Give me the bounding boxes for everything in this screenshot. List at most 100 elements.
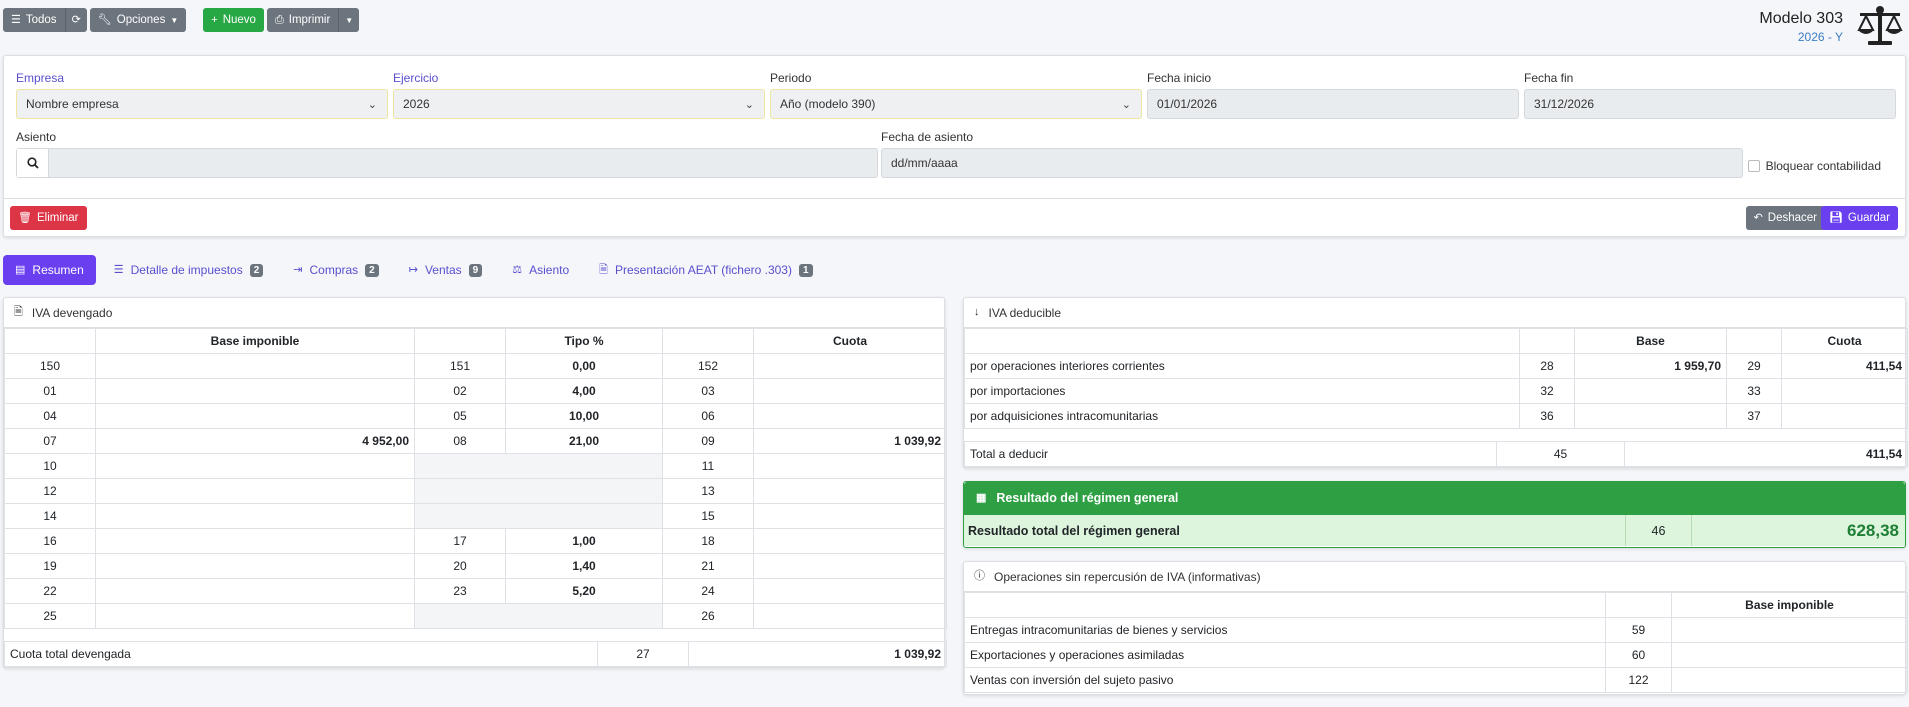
base-value: [95, 453, 415, 479]
wrench-icon: 🔧︎: [97, 13, 112, 26]
cuota-value: [753, 603, 947, 629]
table-row: Ventas con inversión del sujeto pasivo 12…: [964, 667, 1908, 693]
cuota-value: [753, 353, 947, 379]
empresa-value: Nombre empresa: [26, 97, 119, 111]
deshacer-button[interactable]: ↶ Deshacer: [1745, 206, 1825, 230]
table-header-cell: [1519, 328, 1575, 354]
eliminar-button[interactable]: 🗑︎ Eliminar: [10, 206, 87, 230]
table-header-cell: [964, 328, 1520, 354]
fecha-asiento-field: Fecha de asiento dd/mm/aaaa: [881, 130, 1743, 178]
asiento-field: Asiento: [16, 130, 878, 178]
opciones-button[interactable]: 🔧︎ Opciones ▼: [89, 8, 187, 32]
deshacer-label: Deshacer: [1767, 212, 1817, 224]
tab-compras[interactable]: ⇥ Compras 2: [281, 255, 390, 285]
todos-button[interactable]: ☰ Todos: [3, 8, 65, 32]
ejercicio-select[interactable]: 2026 ⌄: [393, 89, 765, 119]
box-number: 28: [1519, 353, 1575, 379]
box-number: 122: [1605, 667, 1672, 693]
operaciones-table: Base imponible Entregas intracomunitaria…: [964, 592, 1908, 693]
tab-presentacion-aeat[interactable]: 🗎︎ Presentación AEAT (fichero .303) 1: [587, 255, 824, 285]
box-number: 36: [1519, 403, 1575, 429]
refresh-button[interactable]: ⟳: [64, 8, 87, 32]
box-number: 37: [1726, 403, 1782, 429]
table-row: 25 26: [4, 603, 947, 629]
table-row: 22 23 5,20 24: [4, 578, 947, 604]
empty-cell: [414, 603, 663, 629]
table-header-cell: [964, 592, 1606, 618]
total-label: Cuota total devengada: [4, 641, 598, 667]
box-number: 08: [414, 428, 506, 454]
tab-asiento[interactable]: ⚖︎ Asiento: [500, 255, 581, 285]
box-number: 33: [1726, 378, 1782, 404]
file-invoice-icon: 🗎︎: [14, 306, 23, 318]
periodo-field: Periodo Año (modelo 390) ⌄: [770, 71, 1142, 119]
table-row: por importaciones 32 33: [964, 378, 1908, 404]
tipo-value: 4,00: [505, 378, 663, 404]
empresa-field: Empresa Nombre empresa ⌄: [16, 71, 388, 119]
toolbar: ☰ Todos ⟳ 🔧︎ Opciones ▼ + Nuevo ⎙ Imprimir ▼: [3, 8, 360, 32]
iva-deducible-card: ↓ IVA deducible Base Cuota por operacione…: [963, 297, 1908, 468]
nuevo-button[interactable]: + Nuevo: [203, 8, 264, 32]
bloquear-contabilidad-checkbox[interactable]: Bloquear contabilidad: [1747, 159, 1881, 173]
table-row: 16 17 1,00 18: [4, 528, 947, 554]
search-icon[interactable]: [17, 149, 49, 177]
box-number: 150: [4, 353, 96, 379]
box-number: 12: [4, 478, 96, 504]
ejercicio-label: Ejercicio: [393, 71, 439, 85]
asiento-input[interactable]: [16, 148, 878, 178]
base-value: [95, 353, 415, 379]
empty-cell: [414, 503, 663, 529]
guardar-button[interactable]: 💾︎ Guardar: [1820, 206, 1898, 230]
table-header-cell: Base imponible: [1671, 592, 1908, 618]
operaciones-card: ⓘ Operaciones sin repercusión de IVA (inf…: [963, 561, 1908, 695]
box-number: 15: [662, 503, 754, 529]
fecha-inicio-input[interactable]: 01/01/2026: [1147, 89, 1519, 119]
cuota-value: [753, 578, 947, 604]
fecha-asiento-input[interactable]: dd/mm/aaaa: [881, 148, 1743, 178]
base-value: [95, 528, 415, 554]
base-value: [95, 553, 415, 579]
table-header-cell: [662, 328, 754, 354]
checkbox-box[interactable]: [1747, 160, 1760, 172]
list-icon: ☰: [113, 263, 124, 276]
tab-label: Ventas: [424, 263, 462, 277]
chevron-down-icon: ⌄: [367, 99, 377, 111]
file-icon: 🗎︎: [599, 263, 608, 276]
table-header-row: Base imponible Tipo % Cuota: [4, 328, 947, 354]
calculator-icon: ▦: [976, 491, 987, 504]
fecha-fin-input[interactable]: 31/12/2026: [1524, 89, 1896, 119]
tab-resumen[interactable]: ▤ Resumen: [3, 255, 96, 285]
cuota-value: [753, 453, 947, 479]
imprimir-dropdown-button[interactable]: ▼: [338, 8, 360, 32]
table-header-row: Base Cuota: [964, 328, 1908, 354]
undo-icon: ↶: [1753, 211, 1763, 224]
base-value: [1574, 403, 1727, 429]
tipo-value: 5,20: [505, 578, 663, 604]
empresa-select[interactable]: Nombre empresa ⌄: [16, 89, 388, 119]
periodo-select[interactable]: Año (modelo 390) ⌄: [770, 89, 1142, 119]
plus-icon: +: [211, 13, 218, 26]
box-number: 05: [414, 403, 506, 429]
table-header-cell: [414, 328, 506, 354]
tab-detalle-impuestos[interactable]: ☰ Detalle de impuestos 2: [102, 255, 276, 285]
table-icon: ▤: [15, 263, 26, 276]
imprimir-button[interactable]: ⎙ Imprimir: [266, 8, 339, 32]
chevron-down-icon: ⌄: [1121, 99, 1131, 111]
resultado-row: Resultado total del régimen general 46 6…: [964, 514, 1905, 546]
table-row: 10 11: [4, 453, 947, 479]
table-header-cell: Cuota: [753, 328, 947, 354]
box-number: 07: [4, 428, 96, 454]
ejercicio-value: 2026: [403, 97, 430, 111]
balance-scale-icon: [1857, 6, 1903, 45]
tab-ventas[interactable]: ↦ Ventas 9: [397, 255, 494, 285]
page-title: Modelo 303: [1759, 10, 1843, 27]
tipo-value: 0,00: [505, 353, 663, 379]
box-number: 59: [1605, 617, 1672, 643]
fecha-fin-value: 31/12/2026: [1534, 97, 1595, 111]
table-row: 150 151 0,00 152: [4, 353, 947, 379]
operaciones-title: Operaciones sin repercusión de IVA (info…: [994, 569, 1261, 584]
row-label: Ventas con inversión del sujeto pasivo: [964, 667, 1606, 693]
base-value: [95, 378, 415, 404]
base-value: [1671, 667, 1908, 693]
